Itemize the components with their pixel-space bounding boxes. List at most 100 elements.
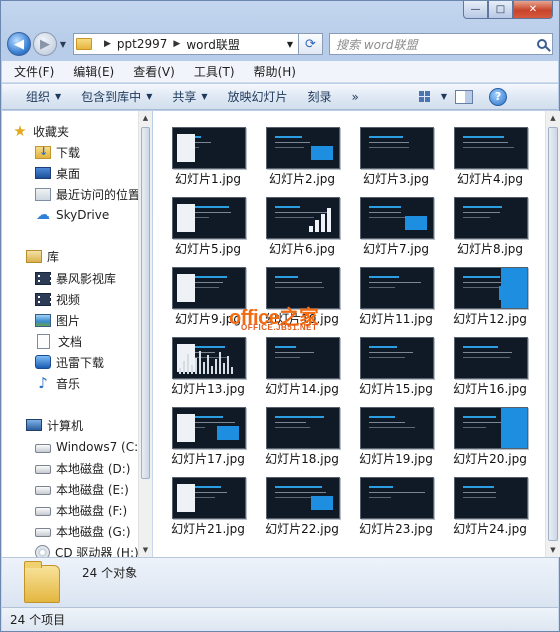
menu-tools[interactable]: 工具(T) [194, 63, 235, 80]
back-button[interactable]: ◀ [7, 32, 31, 56]
file-item[interactable]: 幻灯片7.jpg [353, 189, 439, 256]
sidebar-item-label: Windows7 (C:) [56, 440, 143, 454]
search-placeholder: 搜索 word联盟 [336, 37, 418, 52]
slide-thumbnail [360, 127, 434, 169]
sidebar-item-thunder[interactable]: 迅雷下载 [35, 352, 104, 372]
file-item[interactable]: 幻灯片18.jpg [259, 399, 345, 466]
menu-bar: 文件(F) 编辑(E) 查看(V) 工具(T) 帮助(H) [2, 61, 558, 83]
file-name: 幻灯片17.jpg [171, 452, 245, 466]
file-item[interactable]: 幻灯片3.jpg [353, 119, 439, 186]
scroll-down-arrow-icon[interactable]: ▼ [546, 543, 560, 557]
file-item[interactable]: 幻灯片11.jpg [353, 259, 439, 326]
more-commands-button[interactable]: » [352, 90, 359, 104]
file-item[interactable]: 幻灯片22.jpg [259, 469, 345, 536]
sidebar-item-baofeng[interactable]: 暴风影视库 [35, 268, 116, 288]
file-item[interactable]: 幻灯片15.jpg [353, 329, 439, 396]
details-pane: 24 个对象 [2, 557, 558, 607]
file-item[interactable]: 幻灯片2.jpg [259, 119, 345, 186]
file-item[interactable]: 幻灯片1.jpg [165, 119, 251, 186]
scroll-up-arrow-icon[interactable]: ▲ [546, 111, 560, 125]
help-icon[interactable]: ? [489, 87, 508, 106]
slideshow-button[interactable]: 放映幻灯片 [228, 88, 288, 105]
slide-thumbnail [172, 407, 246, 449]
sidebar-item-drive-c[interactable]: Windows7 (C:) [35, 437, 143, 457]
close-button[interactable]: ✕ [513, 1, 553, 19]
file-item[interactable]: 幻灯片6.jpg [259, 189, 345, 256]
share-label: 共享 [172, 90, 197, 104]
file-name: 幻灯片1.jpg [174, 172, 242, 186]
slide-thumbnail [454, 127, 528, 169]
file-item[interactable]: 幻灯片4.jpg [447, 119, 533, 186]
file-item[interactable]: 幻灯片20.jpg [447, 399, 533, 466]
file-item[interactable]: 幻灯片21.jpg [165, 469, 251, 536]
menu-view[interactable]: 查看(V) [133, 63, 175, 80]
sidebar-item-pictures[interactable]: 图片 [35, 310, 80, 330]
sidebar-item-drive-h[interactable]: CD 驱动器 (H:) [35, 542, 139, 557]
sidebar-item-computer[interactable]: 计算机 [26, 415, 83, 435]
file-name: 幻灯片18.jpg [265, 452, 339, 466]
file-name: 幻灯片24.jpg [453, 522, 527, 536]
refresh-button[interactable]: ⟳ [299, 33, 323, 55]
sidebar-item-label: 最近访问的位置 [56, 187, 141, 202]
file-item[interactable]: 幻灯片14.jpg [259, 329, 345, 396]
scroll-thumb[interactable] [141, 127, 150, 479]
breadcrumb-word[interactable]: word联盟 [186, 36, 240, 53]
file-item[interactable]: 幻灯片8.jpg [447, 189, 533, 256]
organize-button[interactable]: 组织 ▼ [26, 88, 61, 105]
sidebar-item-label: 迅雷下载 [56, 355, 105, 370]
file-item[interactable]: 幻灯片23.jpg [353, 469, 439, 536]
scroll-thumb[interactable] [548, 127, 558, 541]
sidebar-item-documents[interactable]: 文档 [37, 331, 82, 351]
sidebar-item-libraries[interactable]: 库 [26, 246, 59, 266]
menu-help[interactable]: 帮助(H) [254, 63, 296, 80]
file-item[interactable]: 幻灯片17.jpg [165, 399, 251, 466]
desktop-icon [35, 167, 51, 179]
menu-file[interactable]: 文件(F) [14, 63, 54, 80]
sidebar-item-desktop[interactable]: 桌面 [35, 163, 80, 183]
include-in-library-button[interactable]: 包含到库中 ▼ [81, 88, 152, 105]
address-dropdown[interactable]: ▼ [282, 40, 298, 49]
search-icon[interactable] [532, 34, 552, 54]
sidebar-item-favorites[interactable]: ★ 收藏夹 [12, 121, 69, 141]
menu-edit[interactable]: 编辑(E) [73, 63, 114, 80]
sidebar-item-drive-d[interactable]: 本地磁盘 (D:) [35, 458, 130, 478]
navigation-scrollbar[interactable]: ▲ ▼ [138, 111, 152, 557]
sidebar-item-drive-f[interactable]: 本地磁盘 (F:) [35, 500, 127, 520]
address-bar[interactable]: ▶ ppt2997 ▶ word联盟 ▼ [73, 33, 299, 55]
burn-button[interactable]: 刻录 [308, 88, 332, 105]
file-item[interactable]: 幻灯片12.jpg [447, 259, 533, 326]
slide-thumbnail [266, 127, 340, 169]
change-view-button[interactable]: ▼ [418, 91, 447, 102]
sidebar-item-videos[interactable]: 视频 [35, 289, 80, 309]
cd-drive-icon [35, 544, 50, 557]
file-item[interactable]: 幻灯片13.jpg [165, 329, 251, 396]
file-list-scrollbar[interactable]: ▲ ▼ [545, 111, 560, 557]
forward-button[interactable]: ▶ [33, 32, 57, 56]
search-input[interactable]: 搜索 word联盟 [329, 33, 553, 55]
sidebar-item-label: 文档 [58, 334, 83, 349]
file-list: 幻灯片1.jpg 幻灯片2.jpg 幻灯片3.jpg 幻灯片4.jpg 幻灯片5.jpg… [153, 111, 545, 557]
scroll-down-arrow-icon[interactable]: ▼ [139, 543, 152, 557]
sidebar-item-drive-g[interactable]: 本地磁盘 (G:) [35, 521, 131, 541]
sidebar-item-drive-e[interactable]: 本地磁盘 (E:) [35, 479, 129, 499]
file-item[interactable]: 幻灯片19.jpg [353, 399, 439, 466]
view-icon [418, 91, 430, 102]
minimize-button[interactable]: — [463, 1, 488, 19]
slide-thumbnail [266, 407, 340, 449]
file-item[interactable]: 幻灯片16.jpg [447, 329, 533, 396]
sidebar-item-downloads[interactable]: 下载 [35, 142, 80, 162]
chevron-right-icon[interactable]: ▶ [173, 39, 180, 49]
preview-pane-icon[interactable] [455, 89, 474, 104]
sidebar-item-music[interactable]: ♪ 音乐 [35, 373, 80, 393]
file-item[interactable]: 幻灯片5.jpg [165, 189, 251, 256]
maximize-button[interactable]: □ [488, 1, 513, 19]
breadcrumb-ppt2997[interactable]: ppt2997 [117, 37, 167, 51]
sidebar-item-skydrive[interactable]: ☁ SkyDrive [35, 205, 109, 225]
recent-pages-dropdown[interactable]: ▼ [57, 40, 69, 49]
share-button[interactable]: 共享 ▼ [172, 88, 207, 105]
file-item[interactable]: 幻灯片24.jpg [447, 469, 533, 536]
scroll-up-arrow-icon[interactable]: ▲ [139, 111, 152, 125]
sidebar-item-recent[interactable]: 最近访问的位置 [35, 184, 140, 204]
chevron-right-icon[interactable]: ▶ [104, 39, 111, 49]
slide-thumbnail [266, 477, 340, 519]
